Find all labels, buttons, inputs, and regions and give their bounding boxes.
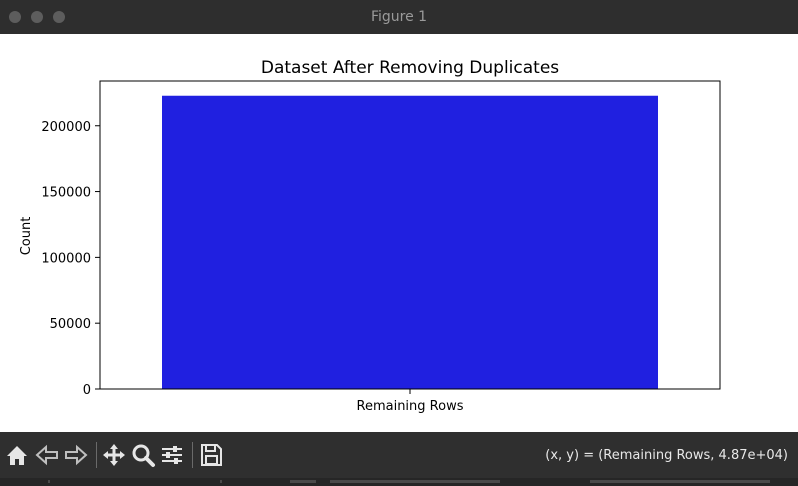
y-tick-label: 0 (83, 383, 91, 398)
chart-title: Dataset After Removing Duplicates (261, 58, 559, 78)
zoom-icon[interactable] (130, 442, 156, 468)
toolbar-separator (192, 442, 193, 468)
y-tick-label: 50000 (50, 317, 91, 332)
x-tick-label: Remaining Rows (357, 399, 464, 414)
title-bar: Figure 1 (0, 0, 798, 35)
y-tick-label: 100000 (41, 251, 91, 266)
figure-window: Figure 1 Remaining Rows 0 50000 100000 15000… (0, 0, 798, 486)
back-arrow-icon[interactable] (34, 442, 60, 468)
background-window-strip (0, 478, 798, 486)
navigation-toolbar: (x, y) = (Remaining Rows, 4.87e+04) (0, 432, 798, 478)
bar-chart: Remaining Rows 0 50000 100000 150000 200000 D… (19, 58, 721, 414)
home-icon[interactable] (4, 442, 30, 468)
figure-canvas[interactable]: Remaining Rows 0 50000 100000 150000 200000 D… (0, 34, 798, 432)
configure-subplots-icon[interactable] (159, 442, 185, 468)
cursor-coordinates: (x, y) = (Remaining Rows, 4.87e+04) (545, 448, 788, 463)
bar-remaining-rows (162, 95, 658, 389)
save-icon[interactable] (198, 442, 224, 468)
y-tick-label: 200000 (41, 120, 91, 135)
toolbar-separator (96, 442, 97, 468)
pan-icon[interactable] (101, 442, 127, 468)
forward-arrow-icon[interactable] (63, 442, 89, 468)
y-tick-label: 150000 (41, 186, 91, 201)
window-title: Figure 1 (370, 9, 428, 25)
y-axis-label: Count (19, 217, 34, 256)
